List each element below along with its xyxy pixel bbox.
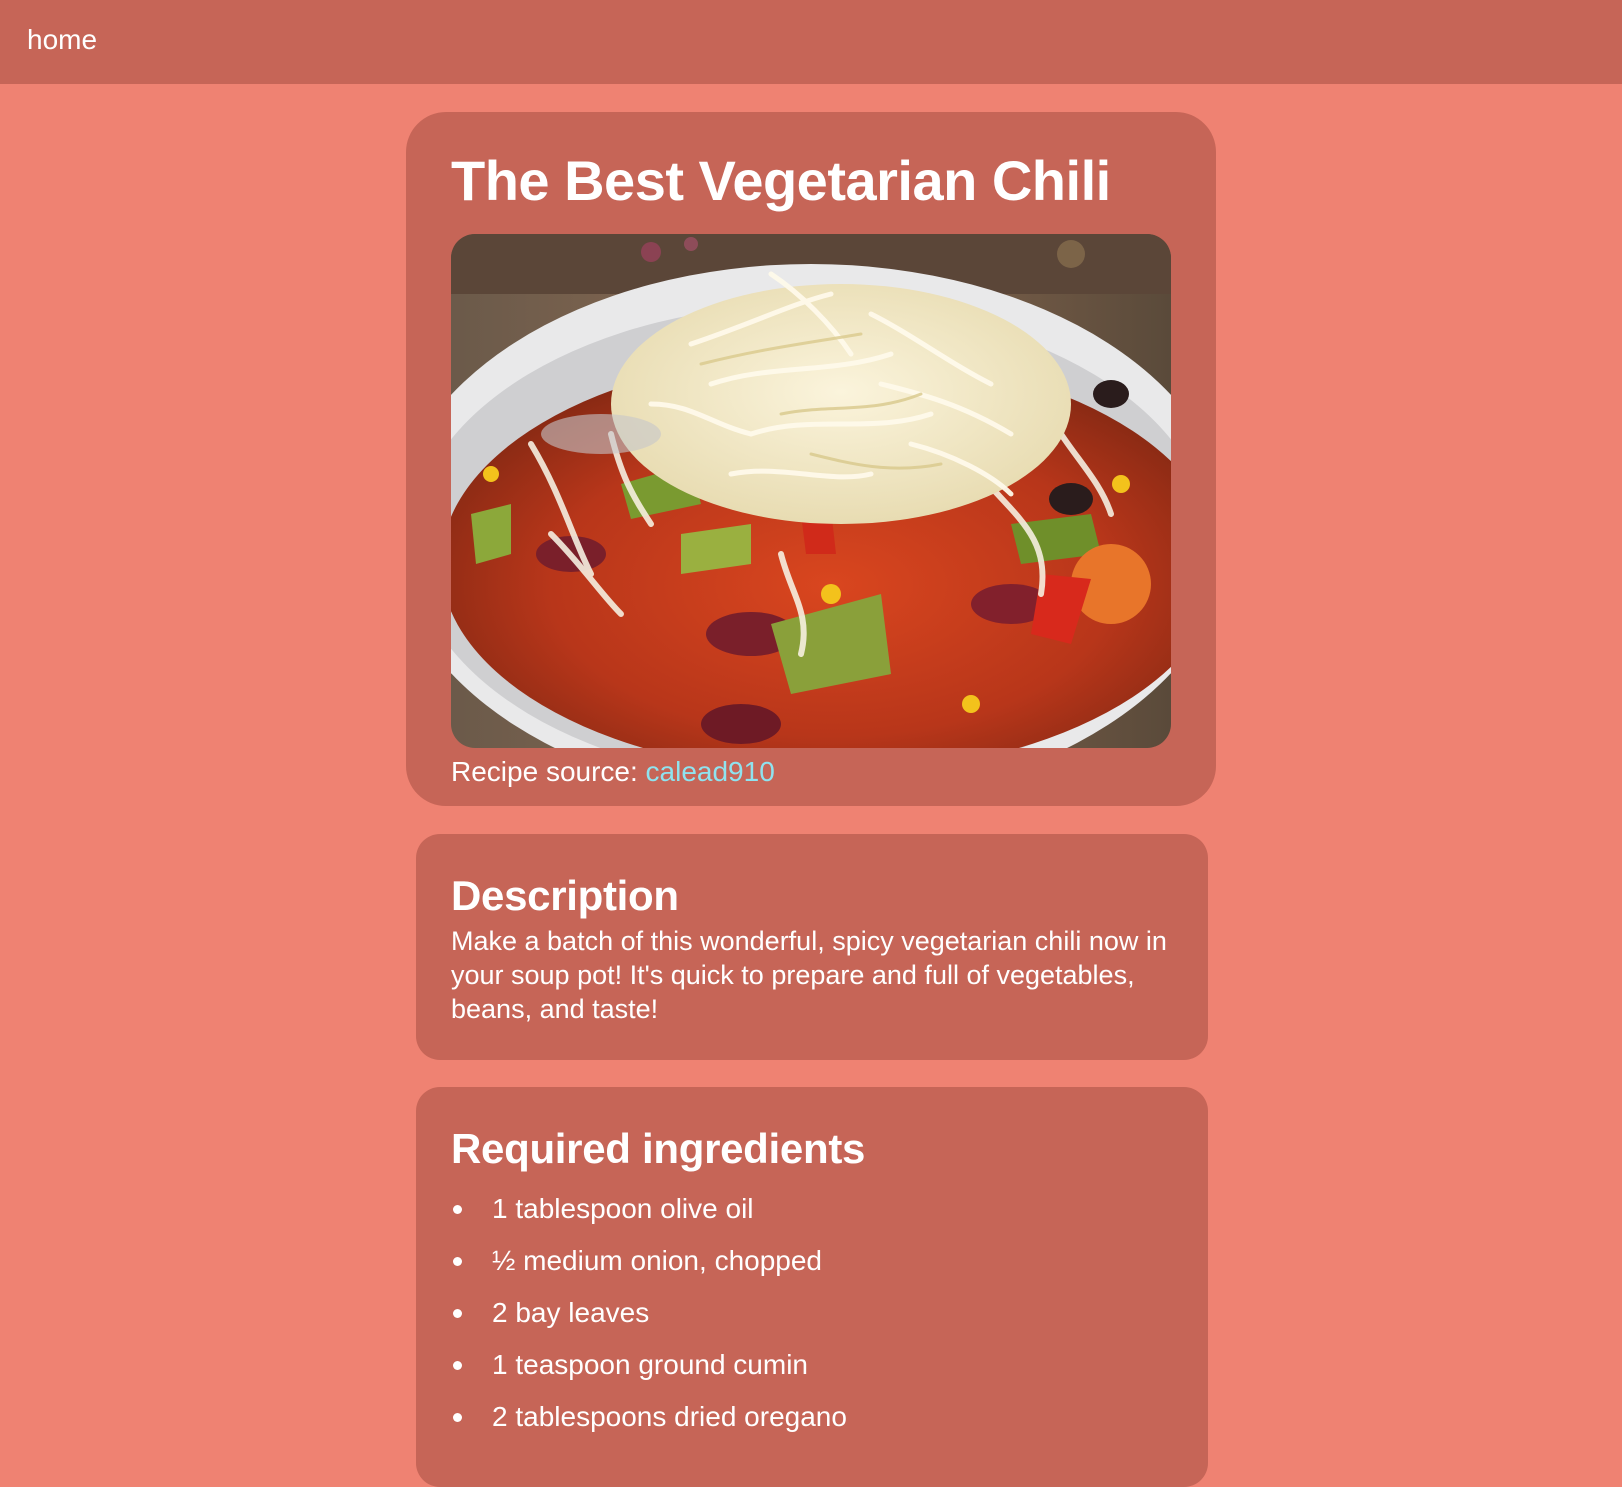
ingredient-item: 1 teaspoon ground cumin <box>451 1339 847 1391</box>
recipe-source-label: Recipe source: <box>451 756 646 787</box>
ingredient-item: 1 tablespoon olive oil <box>451 1183 847 1235</box>
ingredient-text: 2 tablespoons dried oregano <box>492 1401 847 1432</box>
recipe-header-card: The Best Vegetarian Chili Recipe source:… <box>406 112 1216 806</box>
bullet-icon <box>453 1361 462 1370</box>
recipe-source-author-link[interactable]: calead910 <box>646 756 775 787</box>
ingredient-item: 2 tablespoons dried oregano <box>451 1391 847 1443</box>
ingredients-list: 1 tablespoon olive oil ½ medium onion, c… <box>451 1183 847 1443</box>
description-heading: Description <box>451 872 679 919</box>
top-nav-bar: home <box>0 0 1622 84</box>
ingredient-item: ½ medium onion, chopped <box>451 1235 847 1287</box>
bullet-icon <box>453 1309 462 1318</box>
recipe-source: Recipe source: calead910 <box>451 756 775 788</box>
description-text: Make a batch of this wonderful, spicy ve… <box>451 926 1167 1024</box>
ingredient-text: 1 teaspoon ground cumin <box>492 1349 808 1380</box>
ingredients-card: Required ingredients 1 tablespoon olive … <box>416 1087 1208 1487</box>
recipe-title: The Best Vegetarian Chili <box>451 149 1111 212</box>
bullet-icon <box>453 1257 462 1266</box>
ingredient-text: 1 tablespoon olive oil <box>492 1193 754 1224</box>
description-card: Description Make a batch of this wonderf… <box>416 834 1208 1060</box>
recipe-photo <box>451 234 1171 748</box>
bullet-icon <box>453 1205 462 1214</box>
ingredient-text: 2 bay leaves <box>492 1297 650 1328</box>
bullet-icon <box>453 1413 462 1422</box>
ingredient-text: ½ medium onion, chopped <box>492 1245 822 1276</box>
ingredients-heading: Required ingredients <box>451 1125 866 1172</box>
ingredient-item: 2 bay leaves <box>451 1287 847 1339</box>
home-link[interactable]: home <box>27 24 97 56</box>
